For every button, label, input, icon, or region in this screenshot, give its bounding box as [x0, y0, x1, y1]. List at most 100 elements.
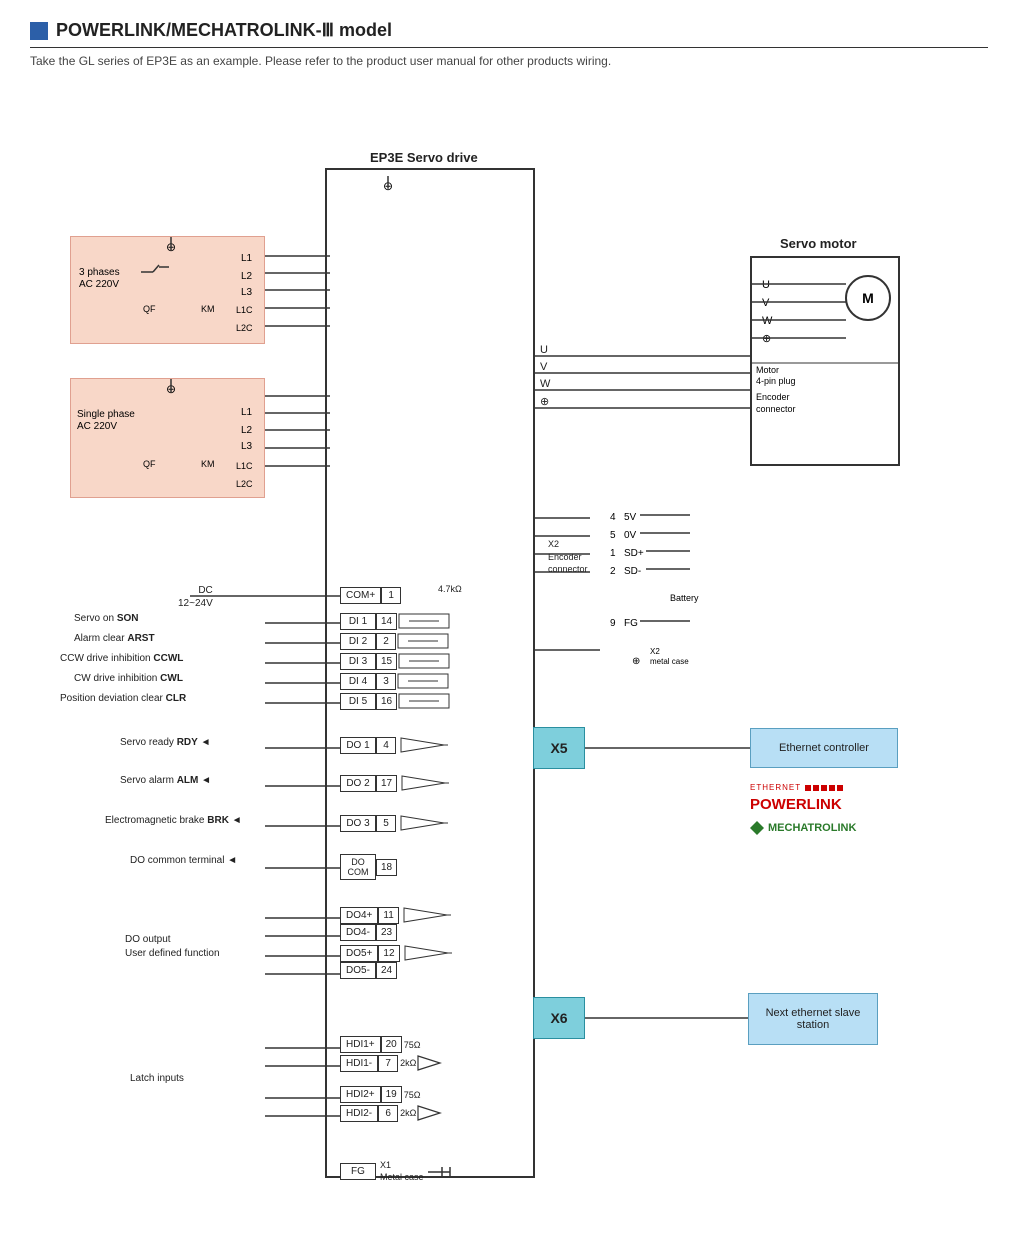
svg-text:L2: L2: [241, 425, 253, 436]
svg-text:0V: 0V: [624, 530, 637, 541]
svg-text:⊕: ⊕: [632, 656, 640, 666]
servo-motor-label: Servo motor: [780, 236, 857, 251]
svg-text:connector: connector: [756, 404, 796, 414]
com-terminal: COM+ 1: [340, 587, 401, 604]
svg-text:L1C: L1C: [236, 305, 253, 315]
subtitle: Take the GL series of EP3E as an example…: [30, 54, 988, 68]
svg-text:X2: X2: [650, 647, 660, 656]
svg-text:L1C: L1C: [236, 461, 253, 471]
svg-text:SD+: SD+: [624, 548, 644, 559]
do-com-label: DO common terminal ◄: [130, 855, 237, 866]
uvw-w-label: W: [540, 378, 550, 390]
svg-text:L2C: L2C: [236, 323, 253, 333]
svg-text:4-pin plug: 4-pin plug: [756, 376, 796, 386]
do-rdy-label: Servo ready RDY ◄: [120, 737, 211, 748]
di-ccwl-label: CCW drive inhibition CCWL: [60, 653, 183, 664]
dc-voltage-label: DC12~24V: [178, 584, 213, 610]
mechatrolink-text: MECHATROLINK: [768, 822, 856, 834]
logo-area: ETHERNET POWERLINK MECHATROLINK: [750, 783, 950, 835]
do2-terminal: DO 217: [340, 774, 452, 792]
svg-text:M: M: [862, 290, 874, 306]
encoder-pins: 4 5V 5 0V 1 SD+ 2 SD- Battery 9 FG X2 metal c…: [610, 506, 770, 669]
di-clr-label: Position deviation clear CLR: [60, 693, 186, 704]
do-output-label: DO outputUser defined function: [125, 933, 220, 961]
power-box-3phase: ⊕ 3 phases AC 220V QF KM L1 L2 L3 L1C L2…: [70, 236, 265, 344]
ethernet-controller-box: Ethernet controller: [750, 728, 898, 768]
svg-text:metal case: metal case: [650, 657, 689, 666]
uvw-v-label: V: [540, 361, 547, 373]
svg-text:3 phases: 3 phases: [79, 267, 120, 278]
hdi2minus-terminal: HDI2-6 2kΩ: [340, 1104, 446, 1122]
do1-terminal: DO 14: [340, 736, 451, 754]
svg-text:AC 220V: AC 220V: [77, 421, 117, 432]
di4-terminal: DI 43: [340, 672, 451, 690]
do-brk-label: Electromagnetic brake BRK ◄: [105, 815, 242, 826]
hdi1minus-terminal: HDI1-7 2kΩ: [340, 1054, 446, 1072]
svg-text:SD-: SD-: [624, 566, 641, 577]
svg-text:Single phase: Single phase: [77, 409, 135, 420]
svg-text:FG: FG: [624, 618, 638, 629]
x6-box: X6: [533, 997, 585, 1039]
powerlink-dots: [805, 785, 843, 791]
ethernet-label: ETHERNET: [750, 783, 801, 792]
com-num: 1: [381, 587, 401, 604]
di3-terminal: DI 315: [340, 652, 452, 670]
svg-text:AC 220V: AC 220V: [79, 279, 119, 290]
powerlink-logo: ETHERNET: [750, 783, 950, 792]
hdi2plus-terminal: HDI2+19 75Ω: [340, 1086, 421, 1103]
servo-motor-box: M U V W ⊕ Motor 4-pin plug Encoder conne…: [750, 256, 900, 466]
uvw-gnd-label: ⊕: [540, 395, 549, 408]
fg-terminal: FG X1Metal case: [340, 1160, 452, 1183]
svg-text:L3: L3: [241, 287, 253, 298]
resistor-4k7-label: 4.7kΩ: [438, 584, 462, 594]
title-icon: [30, 22, 48, 40]
svg-text:⊕: ⊕: [762, 333, 771, 345]
svg-text:Motor: Motor: [756, 365, 779, 375]
uvw-u-label: U: [540, 344, 548, 356]
svg-text:L2C: L2C: [236, 479, 253, 489]
latch-inputs-label: Latch inputs: [130, 1073, 184, 1084]
x5-box: X5: [533, 727, 585, 769]
svg-text:4: 4: [610, 512, 616, 523]
svg-text:5V: 5V: [624, 512, 637, 523]
svg-text:QF: QF: [143, 459, 156, 469]
di-servo-on-label: Servo on SON: [74, 613, 138, 624]
x2-encoder-label: X2Encoderconnector: [548, 538, 588, 576]
svg-text:L1: L1: [241, 253, 253, 264]
svg-text:5: 5: [610, 530, 616, 541]
di-alarm-clear-label: Alarm clear ARST: [74, 633, 155, 644]
mechatrolink-icon: [750, 821, 764, 835]
do-alm-label: Servo alarm ALM ◄: [120, 775, 211, 786]
di1-terminal: DI 114: [340, 612, 452, 630]
svg-text:W: W: [762, 315, 773, 327]
di2-terminal: DI 22: [340, 632, 451, 650]
svg-text:Battery: Battery: [670, 593, 699, 603]
di5-terminal: DI 516: [340, 692, 452, 710]
do4minus-terminal: DO4-23: [340, 924, 397, 941]
hdi1plus-terminal: HDI1+20 75Ω: [340, 1036, 421, 1053]
page-title: POWERLINK/MECHATROLINK-Ⅲ model: [30, 20, 988, 48]
di-cwl-label: CW drive inhibition CWL: [74, 673, 183, 684]
do-com-terminal: DOCOM18: [340, 854, 397, 880]
svg-text:QF: QF: [143, 304, 156, 314]
svg-text:L3: L3: [241, 441, 253, 452]
next-ethernet-slave-box: Next ethernet slave station: [748, 993, 878, 1045]
svg-text:KM: KM: [201, 304, 215, 314]
svg-text:2: 2: [610, 566, 616, 577]
do3-terminal: DO 35: [340, 814, 451, 832]
servo-drive-label: EP3E Servo drive: [370, 150, 478, 165]
svg-text:L1: L1: [241, 407, 253, 418]
svg-text:V: V: [762, 297, 770, 309]
svg-text:9: 9: [610, 618, 616, 629]
do5minus-terminal: DO5-24: [340, 962, 397, 979]
svg-text:KM: KM: [201, 459, 215, 469]
mechatrolink-logo: MECHATROLINK: [750, 821, 950, 835]
svg-text:1: 1: [610, 548, 616, 559]
svg-text:U: U: [762, 279, 770, 291]
do4plus-terminal: DO4+11: [340, 906, 454, 924]
com-box: COM+: [340, 587, 381, 604]
power-box-single: ⊕ Single phase AC 220V QF KM L1 L2 L3 L1…: [70, 378, 265, 498]
svg-text:Encoder: Encoder: [756, 392, 790, 402]
svg-text:L2: L2: [241, 271, 253, 282]
do5plus-terminal: DO5+12: [340, 944, 455, 962]
